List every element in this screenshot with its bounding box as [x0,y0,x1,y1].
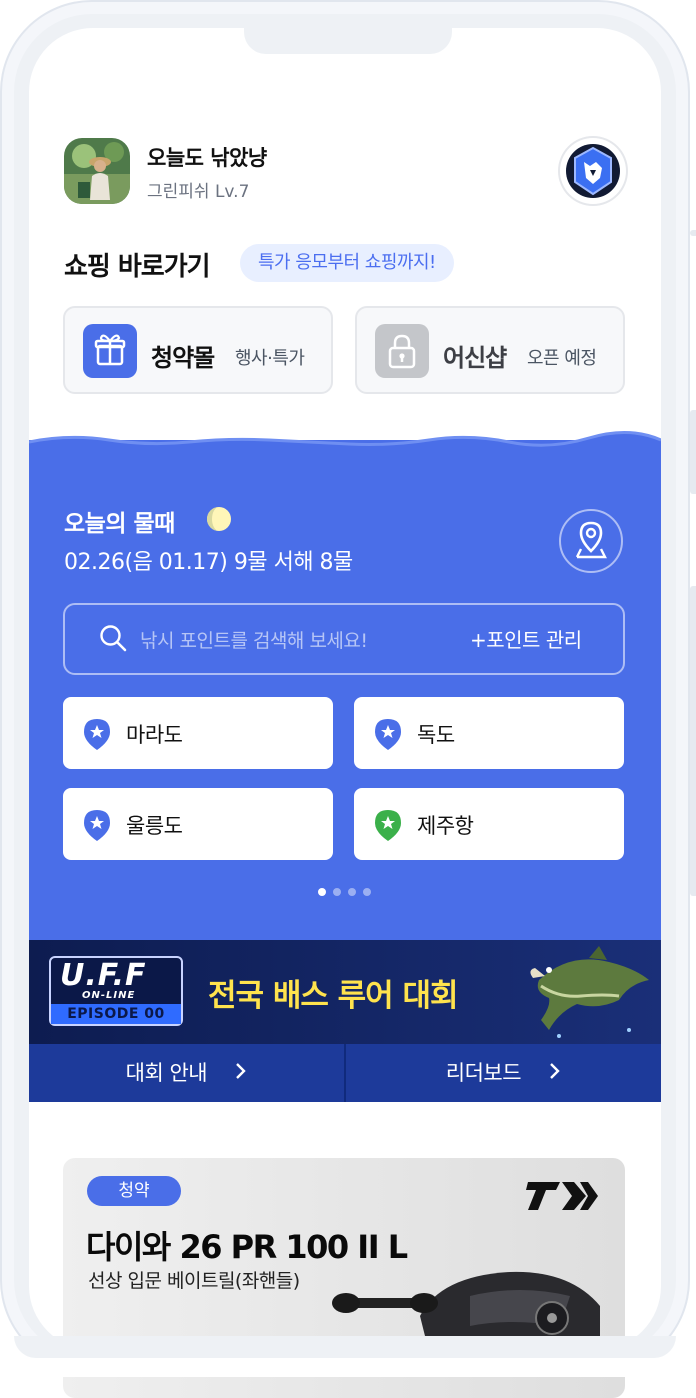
point-item-dokdo[interactable]: 독도 [354,697,624,769]
fox-shield-icon [566,144,620,198]
wave-decoration [29,430,661,460]
shopping-promo-pill: 특가 응모부터 쇼핑까지! [240,244,454,282]
chevron-right-icon [549,1044,561,1102]
point-label: 마라도 [126,723,183,747]
tide-title: 오늘의 물때 [64,511,175,537]
banner-title: 전국 배스 루어 대회 [208,978,459,1014]
shop-card-fishing-shop[interactable]: 어신샵 오픈 예정 [355,306,625,394]
tab-label: 리더보드 [445,1061,522,1085]
point-item-jeju-port[interactable]: 제주항 [354,788,624,860]
star-pin-icon [375,810,401,841]
leaderboard-button[interactable]: 리더보드 [346,1044,661,1102]
point-label: 제주항 [417,814,474,838]
volume-button [690,410,696,494]
side-button [690,230,696,236]
page-dot-active[interactable] [318,888,326,896]
uff-logo-subtext: ON-LINE [82,990,136,1001]
search-icon [100,625,127,652]
avatar-photo [64,138,130,204]
rank-badge[interactable] [560,138,626,204]
power-button [690,586,696,896]
page-dot[interactable] [333,888,341,896]
gift-icon [83,324,137,378]
product-title: 다이와 26 PR 100 II L [86,1228,408,1266]
tournament-info-button[interactable]: 대회 안내 [29,1044,344,1102]
map-pin-icon [575,521,607,559]
uff-logo-text: U.F.F [60,958,147,993]
episode-label: EPISODE 00 [51,1004,181,1024]
shop-card-name: 청약몰 [151,344,215,372]
lock-icon [375,324,429,378]
page-dot[interactable] [348,888,356,896]
daiwa-logo-icon [526,1182,598,1210]
subscription-tag: 청약 [87,1176,181,1206]
shop-card-sub: 행사·특가 [235,348,305,369]
map-button[interactable] [559,509,623,573]
notch [244,28,452,54]
user-level: 그린피쉬 Lv.7 [147,182,250,202]
point-item-ulleungdo[interactable]: 울릉도 [63,788,333,860]
shop-card-sub: 오픈 예정 [527,348,597,369]
chevron-right-icon [235,1044,247,1102]
moon-phase-icon [207,507,231,531]
page-dot[interactable] [363,888,371,896]
profile-avatar[interactable] [64,138,130,204]
manage-points-button[interactable]: +포인트 관리 [470,624,582,653]
search-input[interactable]: 낚시 포인트를 검색해 보세요! [140,626,368,653]
tide-info: 02.26(음 01.17) 9물 서해 8물 [64,550,353,575]
shop-card-subscription[interactable]: 청약몰 행사·특가 [63,306,333,394]
star-pin-icon [84,810,110,841]
user-nickname: 오늘도 낚았냥 [147,146,267,170]
point-label: 울릉도 [126,814,183,838]
star-pin-icon [84,719,110,750]
star-pin-icon [375,719,401,750]
tab-label: 대회 안내 [125,1061,208,1085]
product-subtitle: 선상 입문 베이트릴(좌핸들) [88,1270,300,1292]
shop-card-name: 어신샵 [443,344,507,372]
point-label: 독도 [417,723,455,747]
phone-bezel-bottom [14,1336,676,1358]
point-item-marado[interactable]: 마라도 [63,697,333,769]
shopping-title: 쇼핑 바로가기 [64,252,211,282]
